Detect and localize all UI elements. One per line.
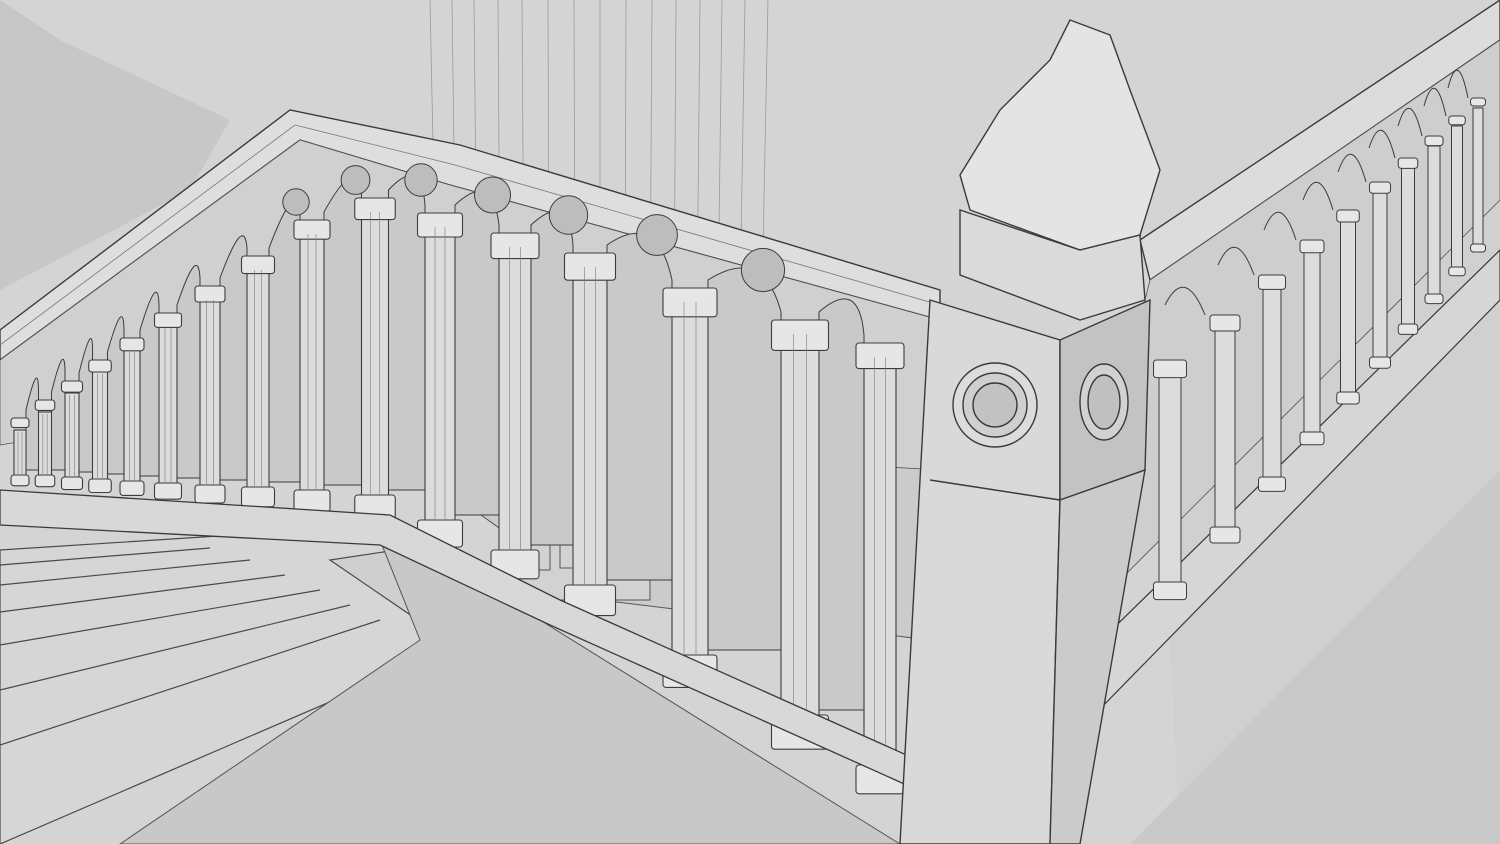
column-base <box>1336 391 1360 405</box>
column-capital <box>416 212 464 238</box>
column-capital <box>1153 359 1187 379</box>
column-shaft <box>199 297 221 491</box>
column-shaft <box>671 299 709 661</box>
column-shaft <box>299 231 325 496</box>
column-shaft <box>1214 324 1236 536</box>
column-capital <box>10 417 30 429</box>
column-capital <box>88 359 112 373</box>
column-capital <box>770 319 830 351</box>
roundel <box>404 163 438 197</box>
column-capital <box>1448 115 1466 126</box>
column-base <box>1299 431 1325 446</box>
column-shaft <box>64 392 80 483</box>
render-viewport <box>0 0 1500 844</box>
column-shaft <box>246 267 270 493</box>
column-base <box>119 480 145 496</box>
column-base <box>88 478 112 494</box>
column-shaft <box>1158 369 1182 591</box>
column-capital <box>1369 181 1391 194</box>
column-capital <box>855 342 905 370</box>
column-base <box>153 482 183 500</box>
column-shaft <box>1472 107 1484 253</box>
roundel <box>636 214 678 256</box>
roundel <box>740 247 786 293</box>
roundel <box>548 195 589 235</box>
roundel <box>282 188 310 216</box>
baluster-column <box>770 298 865 750</box>
column-base <box>60 476 84 491</box>
column-base <box>10 474 30 487</box>
column-shaft <box>1340 219 1356 401</box>
column-capital <box>1336 209 1360 223</box>
column-shaft <box>91 371 109 485</box>
column-capital <box>662 287 718 318</box>
column-capital <box>1258 274 1286 290</box>
column-capital <box>60 380 84 393</box>
arch-opening <box>707 267 782 651</box>
column-base <box>1153 581 1187 601</box>
column-base <box>194 484 226 504</box>
column-shaft <box>1401 167 1415 333</box>
column-capital <box>354 197 396 221</box>
column-base <box>34 474 56 488</box>
column-capital <box>1470 97 1486 107</box>
column-shaft <box>158 324 178 489</box>
column-shaft <box>123 349 141 487</box>
column-shaft <box>780 331 820 721</box>
column-shaft <box>572 264 608 591</box>
arch-opening <box>606 232 673 581</box>
column-capital <box>194 285 226 303</box>
baluster-column <box>662 247 786 688</box>
column-base <box>1397 323 1419 335</box>
column-base <box>240 486 276 508</box>
column-base <box>293 489 331 513</box>
column-shaft <box>360 209 390 501</box>
column-shaft <box>1427 145 1441 303</box>
column-shaft <box>1451 125 1463 276</box>
column-capital <box>293 219 331 240</box>
stair-render <box>0 0 1500 844</box>
column-capital <box>563 252 617 281</box>
column-shaft <box>498 244 532 556</box>
column-shaft <box>1372 191 1388 366</box>
baluster-column <box>563 214 678 617</box>
column-shaft <box>1262 284 1282 486</box>
roundel <box>474 176 511 214</box>
column-base <box>1209 526 1241 544</box>
column-shaft <box>37 411 53 481</box>
roundel <box>340 165 371 195</box>
column-shaft <box>863 354 897 771</box>
column-base <box>1448 266 1466 277</box>
column-base <box>1424 293 1444 305</box>
column-shaft <box>1303 249 1321 441</box>
column-base <box>1258 476 1286 492</box>
column-base <box>1369 356 1391 369</box>
column-capital <box>1397 157 1419 169</box>
column-capital <box>1424 135 1444 147</box>
column-capital <box>1209 314 1241 332</box>
column-base <box>1470 243 1486 253</box>
column-capital <box>119 337 145 352</box>
column-capital <box>490 232 540 260</box>
column-capital <box>153 312 183 328</box>
column-capital <box>240 255 276 275</box>
column-capital <box>34 399 56 411</box>
column-shaft <box>13 429 27 481</box>
arch-opening <box>268 200 301 483</box>
column-shaft <box>424 224 456 526</box>
column-capital <box>1299 239 1325 254</box>
